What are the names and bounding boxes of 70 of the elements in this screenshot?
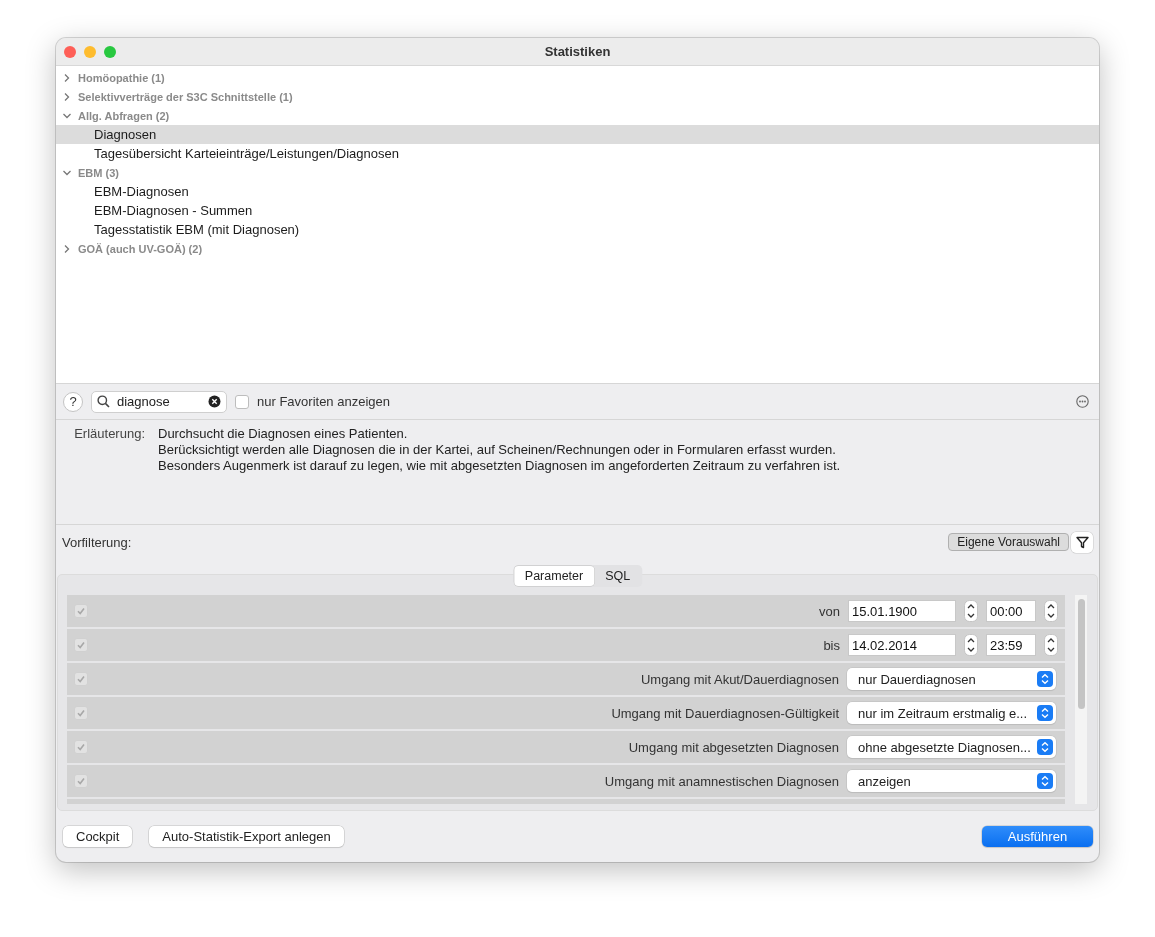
help-button[interactable]: ?	[63, 391, 83, 412]
zoom-button[interactable]	[104, 46, 116, 58]
tree-group[interactable]: Selektivverträge der S3C Schnittstelle (1)	[78, 90, 293, 103]
close-button[interactable]	[64, 46, 76, 58]
date-field[interactable]: 14.02.2014	[848, 634, 956, 656]
tab[interactable]: SQL	[594, 566, 642, 586]
search-field[interactable]: diagnose	[91, 390, 227, 413]
checkmark-icon	[76, 640, 86, 650]
tree-group[interactable]: GOÄ (auch UV-GOÄ) (2)	[78, 242, 203, 255]
parameter-label: Umgang mit abgesetzten Diagnosen	[627, 739, 839, 755]
dropdown[interactable]: nur im Zeitraum erstmalig e...	[847, 702, 1056, 724]
description-text: Besonders Augenmerk ist darauf zu legen, wie mit abgesetzten Diagnosen im angeforderten Zeitraum zu verfahren ist.	[158, 458, 841, 474]
parameter-label: Umgang mit anamnestischen Diagnosen	[603, 773, 839, 789]
parameter-checkbox[interactable]	[74, 604, 88, 618]
time-field[interactable]: 23:59	[986, 634, 1036, 656]
dropdown[interactable]: anzeigen	[847, 770, 1056, 792]
checkmark-icon	[76, 742, 86, 752]
tree-item[interactable]: EBM-Diagnosen - Summen	[56, 201, 1099, 220]
chevron-icon[interactable]	[62, 72, 72, 83]
parameter-label: von	[818, 603, 840, 619]
search-icon	[97, 394, 110, 408]
footer-button[interactable]: Cockpit	[63, 826, 133, 847]
parameter-checkbox[interactable]	[74, 740, 88, 754]
dropdown[interactable]: ohne abgesetzte Diagnosen...	[847, 736, 1056, 758]
more-icon[interactable]	[1076, 395, 1089, 408]
parameter-label: Umgang mit Dauerdiagnosen-Gültigkeit	[610, 705, 839, 721]
parameter-label: bis	[822, 637, 840, 653]
checkmark-icon	[76, 708, 86, 718]
checkmark-icon	[76, 674, 86, 684]
description-text: Berücksichtigt werden alle Diagnosen die in der Kartei, auf Scheinen/Rechnungen oder in Formularen erfasst wurden.	[158, 442, 837, 458]
clear-icon[interactable]	[208, 394, 221, 408]
scrollbar[interactable]	[1075, 595, 1087, 804]
tree-item[interactable]: Tagesübersicht Karteieinträge/Leistungen/Diagnosen	[56, 144, 1099, 163]
parameter-checkbox[interactable]	[74, 672, 88, 686]
run-button[interactable]: Ausführen	[982, 826, 1093, 847]
stepper-icon[interactable]	[964, 634, 978, 656]
favorites-checkbox[interactable]	[235, 394, 249, 409]
chevron-icon[interactable]	[62, 91, 72, 102]
dropdown-arrows-icon	[1037, 773, 1053, 789]
preselection-button[interactable]: Eigene Vorauswahl	[948, 533, 1069, 551]
chevron-icon[interactable]	[62, 243, 72, 254]
dropdown-arrows-icon	[1037, 705, 1053, 721]
parameter-label: Umgang mit Akut/Dauerdiagnosen	[640, 671, 839, 687]
tree-group[interactable]: EBM (3)	[78, 166, 119, 179]
time-field[interactable]: 00:00	[986, 600, 1036, 622]
footer-button[interactable]: Auto-Statistik-Export anlegen	[149, 826, 344, 847]
description-text: Durchsucht die Diagnosen eines Patienten.	[158, 426, 409, 442]
checkmark-icon	[76, 606, 86, 616]
dropdown-arrows-icon	[1037, 671, 1053, 687]
description-label: Erläuterung:	[73, 426, 145, 443]
tree-item[interactable]: Tagesstatistik EBM (mit Diagnosen)	[56, 220, 1099, 239]
parameter-checkbox[interactable]	[74, 638, 88, 652]
funnel-icon	[1075, 535, 1089, 549]
tree-group[interactable]: Allg. Abfragen (2)	[78, 109, 170, 122]
tree-item[interactable]: Diagnosen	[56, 125, 1099, 144]
window-title: Statistiken	[544, 44, 611, 59]
stepper-icon[interactable]	[1044, 634, 1058, 656]
dropdown-arrows-icon	[1037, 739, 1053, 755]
tree-item[interactable]: EBM-Diagnosen	[56, 182, 1099, 201]
dropdown[interactable]: nur Dauerdiagnosen	[847, 668, 1056, 690]
filter-button[interactable]	[1071, 531, 1093, 553]
parameter-checkbox[interactable]	[74, 774, 88, 788]
prefilter-label: Vorfilterung:	[62, 534, 132, 550]
favorites-label: nur Favoriten anzeigen	[257, 394, 390, 409]
stepper-icon[interactable]	[964, 600, 978, 622]
tab[interactable]: Parameter	[513, 566, 595, 586]
parameter-checkbox[interactable]	[74, 706, 88, 720]
stepper-icon[interactable]	[1044, 600, 1058, 622]
checkmark-icon	[76, 776, 86, 786]
date-field[interactable]: 15.01.1900	[848, 600, 956, 622]
